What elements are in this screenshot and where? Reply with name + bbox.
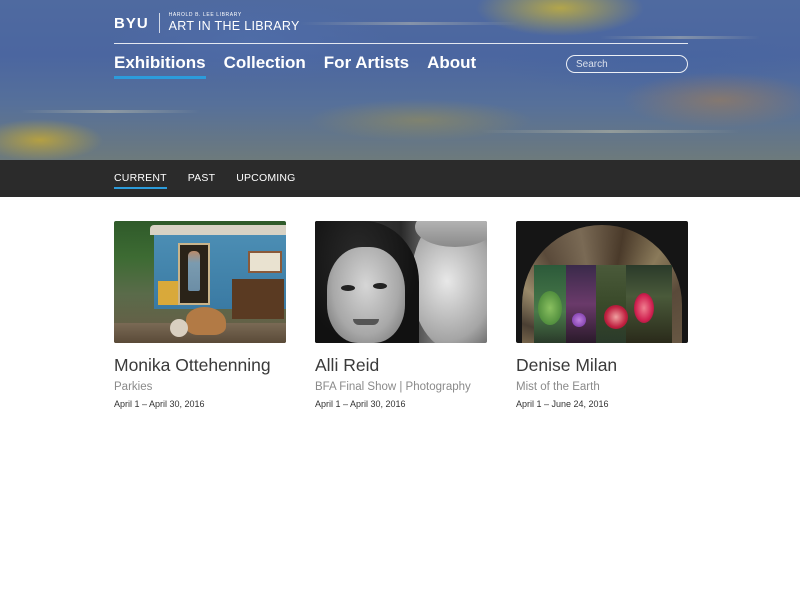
logo-main-label: ART IN THE LIBRARY — [168, 19, 300, 34]
portrait-mouth — [353, 319, 379, 325]
header-divider — [114, 43, 688, 44]
exhibition-thumbnail[interactable] — [315, 221, 487, 343]
collage-panel — [596, 265, 626, 343]
dog-shape — [186, 307, 226, 335]
flower-shape — [572, 313, 586, 327]
byu-logo-mark: BYU — [114, 14, 149, 32]
shelf-shape — [232, 279, 284, 319]
nav-collection[interactable]: Collection — [224, 53, 306, 73]
logo-divider — [158, 13, 160, 33]
painting-streak — [600, 36, 760, 39]
painting-streak — [20, 110, 200, 113]
exhibition-card[interactable]: Denise Milan Mist of the Earth April 1 –… — [516, 221, 688, 409]
logo-sub-label: HAROLD B. LEE LIBRARY — [168, 12, 242, 19]
main-nav: Exhibitions Collection For Artists About — [114, 53, 494, 79]
leaf-shape — [538, 291, 562, 325]
nav-exhibitions[interactable]: Exhibitions — [114, 53, 206, 79]
exhibition-thumbnail[interactable] — [516, 221, 688, 343]
trailer-roof — [150, 225, 286, 235]
exhibition-title[interactable]: Alli Reid — [315, 355, 487, 376]
tab-current[interactable]: CURRENT — [114, 172, 167, 189]
collage-panel — [566, 265, 596, 343]
flower-shape — [604, 305, 628, 329]
portrait-eye — [341, 285, 355, 291]
portrait-eye — [373, 283, 387, 289]
yellow-panel — [158, 281, 178, 305]
exhibition-title[interactable]: Denise Milan — [516, 355, 688, 376]
painting-streak — [480, 130, 740, 133]
exhibition-dates: April 1 – April 30, 2016 — [114, 399, 205, 409]
exhibition-dates: April 1 – April 30, 2016 — [315, 399, 406, 409]
person-figure — [188, 251, 200, 291]
search-input[interactable] — [566, 55, 688, 73]
exhibition-subtitle: Parkies — [114, 381, 153, 393]
exhibition-thumbnail[interactable] — [114, 221, 286, 343]
tab-upcoming[interactable]: UPCOMING — [236, 172, 295, 184]
nav-about[interactable]: About — [427, 53, 476, 73]
site-logo[interactable]: BYU HAROLD B. LEE LIBRARY ART IN THE LIB… — [114, 12, 300, 34]
portrait-face-left — [327, 247, 405, 343]
tab-past[interactable]: PAST — [188, 172, 215, 184]
logo-text: HAROLD B. LEE LIBRARY ART IN THE LIBRARY — [169, 13, 300, 33]
small-dog-shape — [170, 319, 188, 337]
painting-streak — [300, 22, 520, 25]
exhibition-subtitle: Mist of the Earth — [516, 381, 600, 393]
exhibition-card[interactable]: Alli Reid BFA Final Show | Photography A… — [315, 221, 487, 409]
flower-shape — [634, 293, 654, 323]
site-header: BYU HAROLD B. LEE LIBRARY ART IN THE LIB… — [0, 0, 800, 160]
exhibition-dates: April 1 – June 24, 2016 — [516, 399, 609, 409]
exhibition-card[interactable]: Monika Ottehenning Parkies April 1 – Apr… — [114, 221, 286, 409]
exhibition-subtitle: BFA Final Show | Photography — [315, 381, 471, 393]
exhibition-title[interactable]: Monika Ottehenning — [114, 355, 286, 376]
exhibition-list: Monika Ottehenning Parkies April 1 – Apr… — [114, 221, 688, 409]
exhibitions-subnav: CURRENT PAST UPCOMING — [0, 160, 800, 197]
trailer-window — [248, 251, 282, 273]
subnav-tabs: CURRENT PAST UPCOMING — [114, 172, 317, 189]
nav-for-artists[interactable]: For Artists — [324, 53, 409, 73]
